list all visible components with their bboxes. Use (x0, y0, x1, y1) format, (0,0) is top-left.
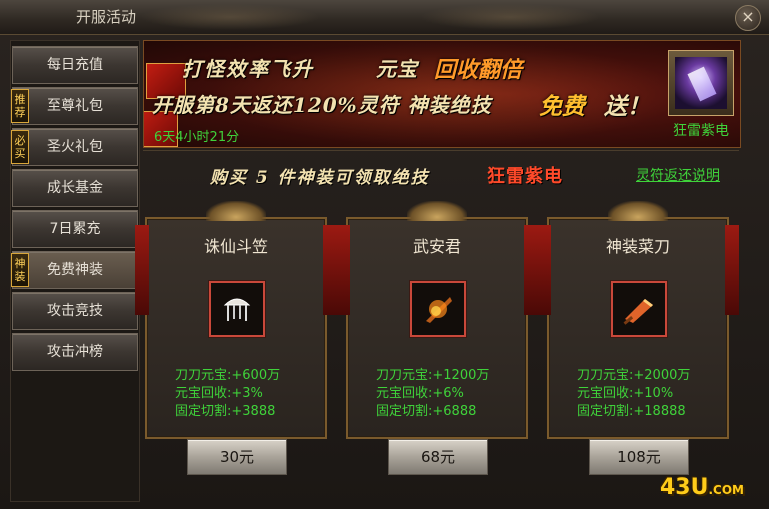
gear-stat: 元宝回收:+3% (175, 386, 263, 401)
card-crest (608, 201, 668, 221)
sidebar-item-label: 攻击冲榜 (47, 344, 103, 360)
buy-button-108[interactable]: 108元 (589, 439, 689, 475)
offer-highlight: 狂雷紫电 (487, 166, 563, 187)
gear-item-slot[interactable] (410, 281, 466, 337)
gear-card: 诛仙斗笠 刀刀元宝:+600万 元宝回收:+3% 固定切割:+3888 (135, 201, 337, 439)
gear-item-slot[interactable] (209, 281, 265, 337)
card-banner (524, 225, 538, 315)
sidebar-item-attack-arena[interactable]: 攻击竞技 (12, 292, 138, 330)
banner-line1-b: 元宝 (376, 57, 418, 81)
divine-gear-badge: 神装 (11, 253, 29, 287)
divider (143, 150, 739, 151)
gear-name: 武安君 (412, 237, 461, 256)
card-crest (407, 201, 467, 221)
gear-stat: 刀刀元宝:+1200万 (376, 368, 490, 383)
sidebar-item-label: 7日累充 (49, 221, 101, 237)
banner-line1-c: 回收翻倍 (434, 57, 523, 83)
reward-item-name: 狂雷紫电 (673, 123, 729, 139)
gear-name: 神装菜刀 (605, 237, 670, 256)
banner-line2-c: 送！ (604, 93, 650, 120)
countdown-timer: 6天4小时21分 (154, 130, 240, 145)
buy-button-68[interactable]: 68元 (388, 439, 488, 475)
sidebar-item-supreme-pack[interactable]: 推荐 至尊礼包 (11, 87, 138, 125)
gear-item-slot[interactable] (611, 281, 667, 337)
sidebar-item-daily-recharge[interactable]: 每日充值 (12, 46, 138, 84)
close-button[interactable]: × (735, 5, 761, 31)
banner-line2-b: 免费 (539, 93, 585, 120)
must-buy-badge: 必买 (11, 130, 29, 164)
gear-stat: 元宝回收:+10% (577, 386, 674, 401)
cleaver-icon (623, 299, 653, 325)
gear-stat: 固定切割:+3888 (175, 404, 276, 419)
buy-button-30[interactable]: 30元 (187, 439, 287, 475)
gear-stat: 固定切割:+6888 (376, 404, 477, 419)
gear-card: 神装菜刀 刀刀元宝:+2000万 元宝回收:+10% 固定切割:+18888 (537, 201, 739, 439)
gear-stat: 刀刀元宝:+600万 (175, 368, 281, 383)
fire-weapon-icon (426, 297, 452, 323)
talisman-refund-explain-link[interactable]: 灵符返还说明 (636, 165, 720, 185)
card-banner (323, 225, 337, 315)
card-crest (206, 201, 266, 221)
sidebar-item-label: 圣火礼包 (47, 139, 103, 155)
sidebar-item-label: 每日充值 (47, 57, 103, 73)
sidebar-item-growth-fund[interactable]: 成长基金 (12, 169, 138, 207)
sidebar-item-label: 免费神装 (47, 262, 103, 278)
sidebar-item-holy-fire-pack[interactable]: 必买 圣火礼包 (11, 128, 138, 166)
banner-line2-a: 开服第8天返还120%灵符 神装绝技 (152, 93, 492, 117)
sidebar-item-7day-recharge[interactable]: 7日累充 (12, 210, 138, 248)
gear-name: 诛仙斗笠 (203, 237, 268, 256)
offer-text: 购买 5 件神装可领取绝技 (210, 168, 430, 188)
promo-banner: 打怪效率飞升 元宝 回收翻倍 开服第8天返还120%灵符 神装绝技 免费 送！ … (143, 40, 741, 148)
event-window: 开服活动 × 每日充值 推荐 至尊礼包 必买 圣火礼包 成长基金 7日累充 神装… (0, 0, 769, 509)
site-watermark-logo: 43U.COM (660, 475, 744, 500)
gear-stat: 刀刀元宝:+2000万 (577, 368, 691, 383)
hat-icon (223, 298, 251, 321)
sidebar-item-label: 至尊礼包 (47, 98, 103, 114)
purple-crystal-icon (675, 57, 727, 109)
gear-stat: 元宝回收:+6% (376, 386, 464, 401)
sidebar-item-label: 攻击竞技 (47, 303, 103, 319)
card-banner (725, 225, 739, 315)
title-bar: 开服活动 × (0, 0, 769, 35)
recommend-badge: 推荐 (11, 89, 29, 123)
title-ornament (420, 4, 600, 30)
reward-item-slot[interactable] (668, 50, 734, 116)
sidebar-item-label: 成长基金 (47, 180, 103, 196)
gear-stat: 固定切割:+18888 (577, 404, 686, 419)
gear-card: 武安君 刀刀元宝:+1200万 元宝回收:+6% 固定切割:+6888 (336, 201, 538, 439)
banner-line1-a: 打怪效率飞升 (182, 57, 314, 81)
sidebar-item-attack-ranking[interactable]: 攻击冲榜 (12, 333, 138, 371)
sidebar-item-free-gear[interactable]: 神装 免费神装 (11, 251, 138, 289)
title-ornament (140, 4, 320, 30)
window-title: 开服活动 (76, 8, 137, 26)
